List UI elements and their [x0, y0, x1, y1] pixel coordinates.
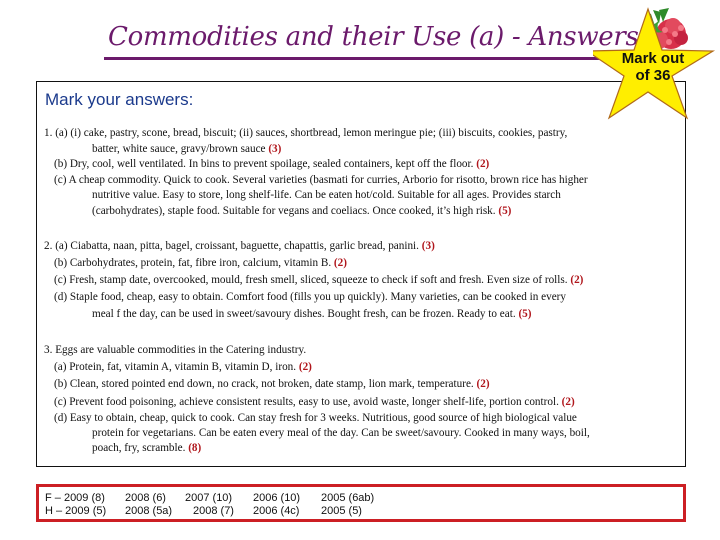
page-title: Commodities and their Use (a) - Answers: [108, 22, 639, 52]
mark-value: (3): [421, 240, 435, 252]
mark-answers-heading: Mark your answers:: [45, 90, 194, 109]
mark-value: (2): [561, 395, 575, 408]
q1-line: (c) A cheap commodity. Quick to cook. Se…: [54, 173, 588, 186]
q2-line: meal f the day, can be used in sweet/sav…: [92, 308, 532, 320]
q1-line: batter, white sauce, gravy/brown sauce (…: [92, 142, 282, 155]
mark-badge: Mark out of 36: [593, 6, 717, 122]
reference: 2005 (5): [321, 505, 362, 517]
reference: 2006 (4c): [253, 505, 300, 517]
mark-value: (2): [570, 274, 584, 286]
reference: 2005 (6ab): [321, 492, 375, 504]
q3-line: (c) Prevent food poisoning, achieve cons…: [54, 395, 575, 408]
question-1: 1. (a) (i) cake, pastry, scone, bread, b…: [44, 126, 704, 219]
reference: 2006 (10): [253, 492, 301, 504]
higher-references: H – 2009 (5) 2008 (5a) 2008 (7) 2006 (4c) 20…: [45, 505, 683, 518]
q3-line: (d) Easy to obtain, cheap, quick to cook…: [54, 411, 577, 424]
past-paper-references: F – 2009 (8) 2008 (6) 2007 (10) 2006 (10) 20…: [36, 484, 686, 522]
q2-line: 2. (a) Ciabatta, naan, pitta, bagel, cro…: [44, 240, 435, 252]
mark-value: (2): [476, 158, 490, 170]
q1-line: 1. (a) (i) cake, pastry, scone, bread, b…: [44, 127, 568, 139]
q1-line: nutritive value. Easy to store, long she…: [92, 189, 561, 201]
mark-value: (2): [298, 361, 312, 374]
mark-value: (2): [476, 378, 490, 391]
foundation-references: F – 2009 (8) 2008 (6) 2007 (10) 2006 (10) 20…: [45, 492, 683, 505]
mark-value: (5): [498, 204, 512, 217]
question-3: 3. Eggs are valuable commodities in the …: [44, 342, 704, 456]
q1-line: (carbohydrates), staple food. Suitable f…: [92, 204, 512, 217]
reference: 2008 (5a): [125, 505, 173, 517]
mark-total-label: Mark out of 36: [621, 50, 685, 84]
mark-value: (3): [268, 142, 282, 155]
mark-value: (8): [188, 441, 202, 454]
reference: 2008 (7): [193, 505, 234, 517]
reference: H – 2009 (5): [45, 505, 107, 517]
q3-line: protein for vegetarians. Can be eaten ev…: [92, 426, 590, 439]
reference: 2007 (10): [185, 492, 233, 504]
q3-line: (b) Clean, stored pointed end down, no c…: [54, 378, 490, 391]
question-2: 2. (a) Ciabatta, naan, pitta, bagel, cro…: [44, 238, 704, 323]
q3-line: (a) Protein, fat, vitamin A, vitamin B, …: [54, 361, 312, 374]
reference: 2008 (6): [125, 492, 166, 504]
q2-line: (c) Fresh, stamp date, overcooked, mould…: [54, 274, 584, 286]
mark-value: (5): [518, 308, 532, 320]
reference: F – 2009 (8): [45, 492, 105, 504]
q2-line: (b) Carbohydrates, protein, fat, fibre i…: [54, 257, 347, 269]
q1-line: (b) Dry, cool, well ventilated. In bins …: [54, 158, 490, 170]
q3-line: 3. Eggs are valuable commodities in the …: [44, 344, 307, 356]
mark-value: (2): [333, 257, 347, 269]
title-underline: [104, 57, 624, 60]
q3-line: poach, fry, scramble. (8): [92, 441, 202, 454]
q2-line: (d) Staple food, cheap, easy to obtain. …: [54, 291, 566, 303]
